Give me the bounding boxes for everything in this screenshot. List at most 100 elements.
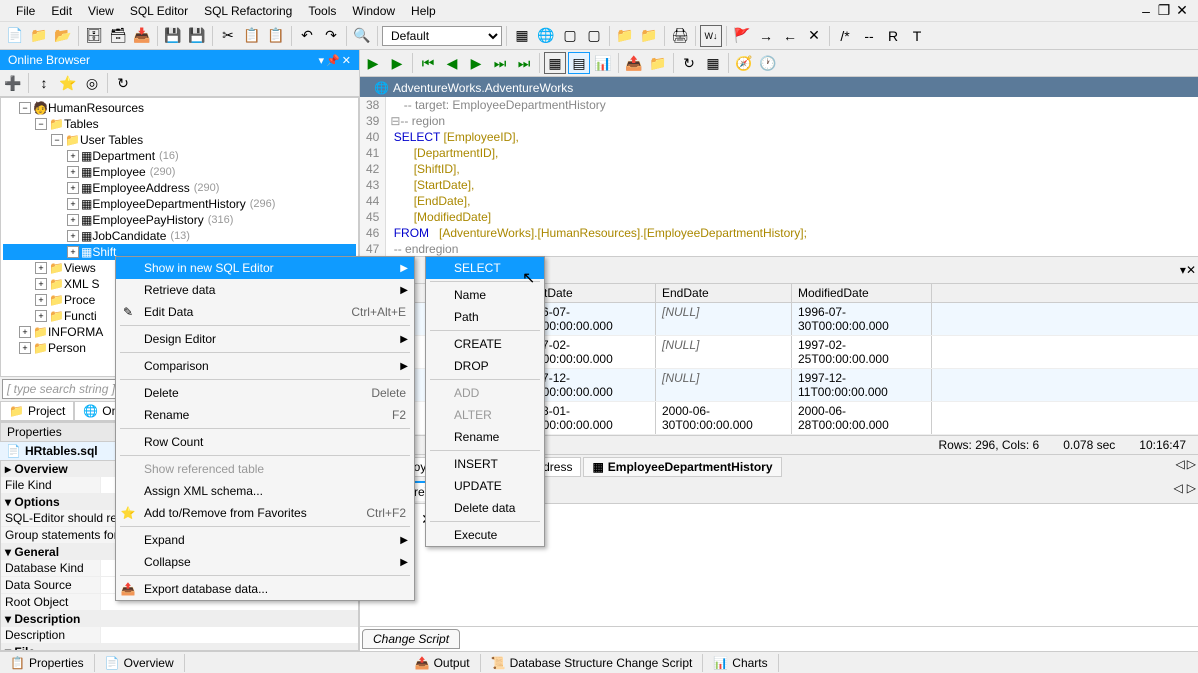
- close-icon[interactable]: ✕: [1174, 3, 1190, 19]
- nav-icon[interactable]: ↕: [33, 72, 55, 94]
- tree-employee-address[interactable]: +▦EmployeeAddress(290): [3, 180, 356, 196]
- paste-icon[interactable]: 📋: [265, 25, 287, 47]
- sub-path[interactable]: Path: [426, 306, 544, 328]
- result-tab-edh[interactable]: ▦EmployeeDepartmentHistory: [583, 457, 781, 477]
- browse-icon[interactable]: 🌐: [535, 25, 557, 47]
- undo-icon[interactable]: ↶: [296, 25, 318, 47]
- sql-tabs-next-icon[interactable]: ▷: [1187, 481, 1196, 501]
- sub-name[interactable]: Name: [426, 284, 544, 306]
- target-icon[interactable]: ◎: [81, 72, 103, 94]
- grid-icon[interactable]: ▦: [511, 25, 533, 47]
- ctx-edit-data[interactable]: ✎Edit DataCtrl+Alt+E: [116, 301, 414, 323]
- next-flag-icon[interactable]: →: [755, 25, 777, 47]
- db-icon[interactable]: 🗄: [83, 25, 105, 47]
- folder2-icon[interactable]: 📁: [638, 25, 660, 47]
- nav-next-icon[interactable]: ▶: [465, 52, 487, 74]
- sb-properties[interactable]: 📋Properties: [0, 654, 95, 672]
- sb-dbchange[interactable]: 📜Database Structure Change Script: [481, 654, 704, 672]
- sub-delete-data[interactable]: Delete data: [426, 497, 544, 519]
- sb-output[interactable]: 📤Output: [405, 654, 481, 672]
- form-view-icon[interactable]: ▤: [568, 52, 590, 74]
- config-combo[interactable]: Default: [382, 26, 502, 46]
- ctx-show-new-sql[interactable]: Show in new SQL Editor▶: [116, 257, 414, 279]
- panel-close-icon[interactable]: ✕: [342, 54, 351, 67]
- star-icon[interactable]: ⭐: [57, 72, 79, 94]
- sub-execute[interactable]: Execute: [426, 524, 544, 546]
- flag-icon[interactable]: 🚩: [731, 25, 753, 47]
- sub-drop[interactable]: DROP: [426, 355, 544, 377]
- col-modifieddate[interactable]: ModifiedDate: [792, 284, 932, 302]
- sb-overview[interactable]: 📄Overview: [95, 654, 185, 672]
- new-icon[interactable]: 📄: [4, 25, 26, 47]
- copy-icon[interactable]: 📋: [241, 25, 263, 47]
- save-icon[interactable]: 💾: [162, 25, 184, 47]
- panel-close-icon[interactable]: ✕: [1186, 263, 1196, 277]
- tree-tables[interactable]: −📁Tables: [3, 116, 356, 132]
- ctx-expand[interactable]: Expand▶: [116, 529, 414, 551]
- refresh-icon[interactable]: ↻: [112, 72, 134, 94]
- redo-icon[interactable]: ↷: [320, 25, 342, 47]
- add-icon[interactable]: ➕: [2, 72, 24, 94]
- tabs-prev-icon[interactable]: ◁: [1176, 457, 1185, 477]
- menu-sql-refactoring[interactable]: SQL Refactoring: [196, 2, 300, 20]
- run-single-icon[interactable]: ▶: [386, 52, 408, 74]
- sub-create[interactable]: CREATE: [426, 333, 544, 355]
- sb-charts[interactable]: 📊Charts: [703, 654, 778, 672]
- tab-project[interactable]: 📁Project: [0, 401, 74, 421]
- tree-eph[interactable]: +▦EmployeePayHistory(316): [3, 212, 356, 228]
- nav-end-icon[interactable]: ⏭: [513, 52, 535, 74]
- menu-tools[interactable]: Tools: [300, 2, 344, 20]
- tree-jobcandidate[interactable]: +▦JobCandidate(13): [3, 228, 356, 244]
- refresh-results-icon[interactable]: ↻: [678, 52, 700, 74]
- stop-icon[interactable]: ▦: [702, 52, 724, 74]
- ctx-favorites[interactable]: ⭐Add to/Remove from FavoritesCtrl+F2: [116, 502, 414, 524]
- sql-editor[interactable]: 38394041424344454647 -- target: Employee…: [360, 97, 1198, 257]
- nav-prev-icon[interactable]: ◀: [441, 52, 463, 74]
- r-icon[interactable]: R: [882, 25, 904, 47]
- find-icon[interactable]: 🔍: [351, 25, 373, 47]
- prev-flag-icon[interactable]: ←: [779, 25, 801, 47]
- clock-icon[interactable]: 🕐: [757, 52, 779, 74]
- ctx-design[interactable]: Design Editor▶: [116, 328, 414, 350]
- tabs-next-icon[interactable]: ▷: [1187, 457, 1196, 477]
- grid-view-icon[interactable]: ▦: [544, 52, 566, 74]
- box-icon[interactable]: ▢: [559, 25, 581, 47]
- ctx-collapse[interactable]: Collapse▶: [116, 551, 414, 573]
- ctx-rowcount[interactable]: Row Count: [116, 431, 414, 453]
- ctx-assign-xml[interactable]: Assign XML schema...: [116, 480, 414, 502]
- panel-dropdown-icon[interactable]: ▾: [319, 54, 325, 67]
- menu-sql-editor[interactable]: SQL Editor: [122, 2, 196, 20]
- print-icon[interactable]: 🖨: [669, 25, 691, 47]
- ctx-rename[interactable]: RenameF2: [116, 404, 414, 426]
- panel-pin-icon[interactable]: 📌: [326, 54, 340, 67]
- tree-employee[interactable]: +▦Employee(290): [3, 164, 356, 180]
- t-icon[interactable]: T: [906, 25, 928, 47]
- open-icon[interactable]: 📂: [52, 25, 74, 47]
- menu-help[interactable]: Help: [403, 2, 444, 20]
- menu-file[interactable]: File: [8, 2, 43, 20]
- tree-humanresources[interactable]: −🧑HumanResources: [3, 100, 356, 116]
- export2-icon[interactable]: 📁: [647, 52, 669, 74]
- folder-icon[interactable]: 📁: [614, 25, 636, 47]
- clear-flags-icon[interactable]: ✕: [803, 25, 825, 47]
- ctx-export[interactable]: 📤Export database data...: [116, 578, 414, 600]
- tree-user-tables[interactable]: −📁User Tables: [3, 132, 356, 148]
- ctx-delete[interactable]: DeleteDelete: [116, 382, 414, 404]
- menu-window[interactable]: Window: [344, 2, 403, 20]
- sub-select[interactable]: SELECT: [426, 257, 544, 279]
- change-script-tab[interactable]: Change Script: [362, 629, 460, 649]
- export-icon[interactable]: 📤: [623, 52, 645, 74]
- project-icon[interactable]: 📁: [28, 25, 50, 47]
- save-all-icon[interactable]: 💾: [186, 25, 208, 47]
- cut-icon[interactable]: ✂: [217, 25, 239, 47]
- db2-icon[interactable]: 🗃: [107, 25, 129, 47]
- tree-edh[interactable]: +▦EmployeeDepartmentHistory(296): [3, 196, 356, 212]
- menu-view[interactable]: View: [80, 2, 122, 20]
- compass-icon[interactable]: 🧭: [733, 52, 755, 74]
- nav-first-icon[interactable]: ⏮: [417, 52, 439, 74]
- run-icon[interactable]: ▶: [362, 52, 384, 74]
- minimize-icon[interactable]: –: [1138, 3, 1154, 19]
- sub-insert[interactable]: INSERT: [426, 453, 544, 475]
- sub-rename[interactable]: Rename: [426, 426, 544, 448]
- sub-update[interactable]: UPDATE: [426, 475, 544, 497]
